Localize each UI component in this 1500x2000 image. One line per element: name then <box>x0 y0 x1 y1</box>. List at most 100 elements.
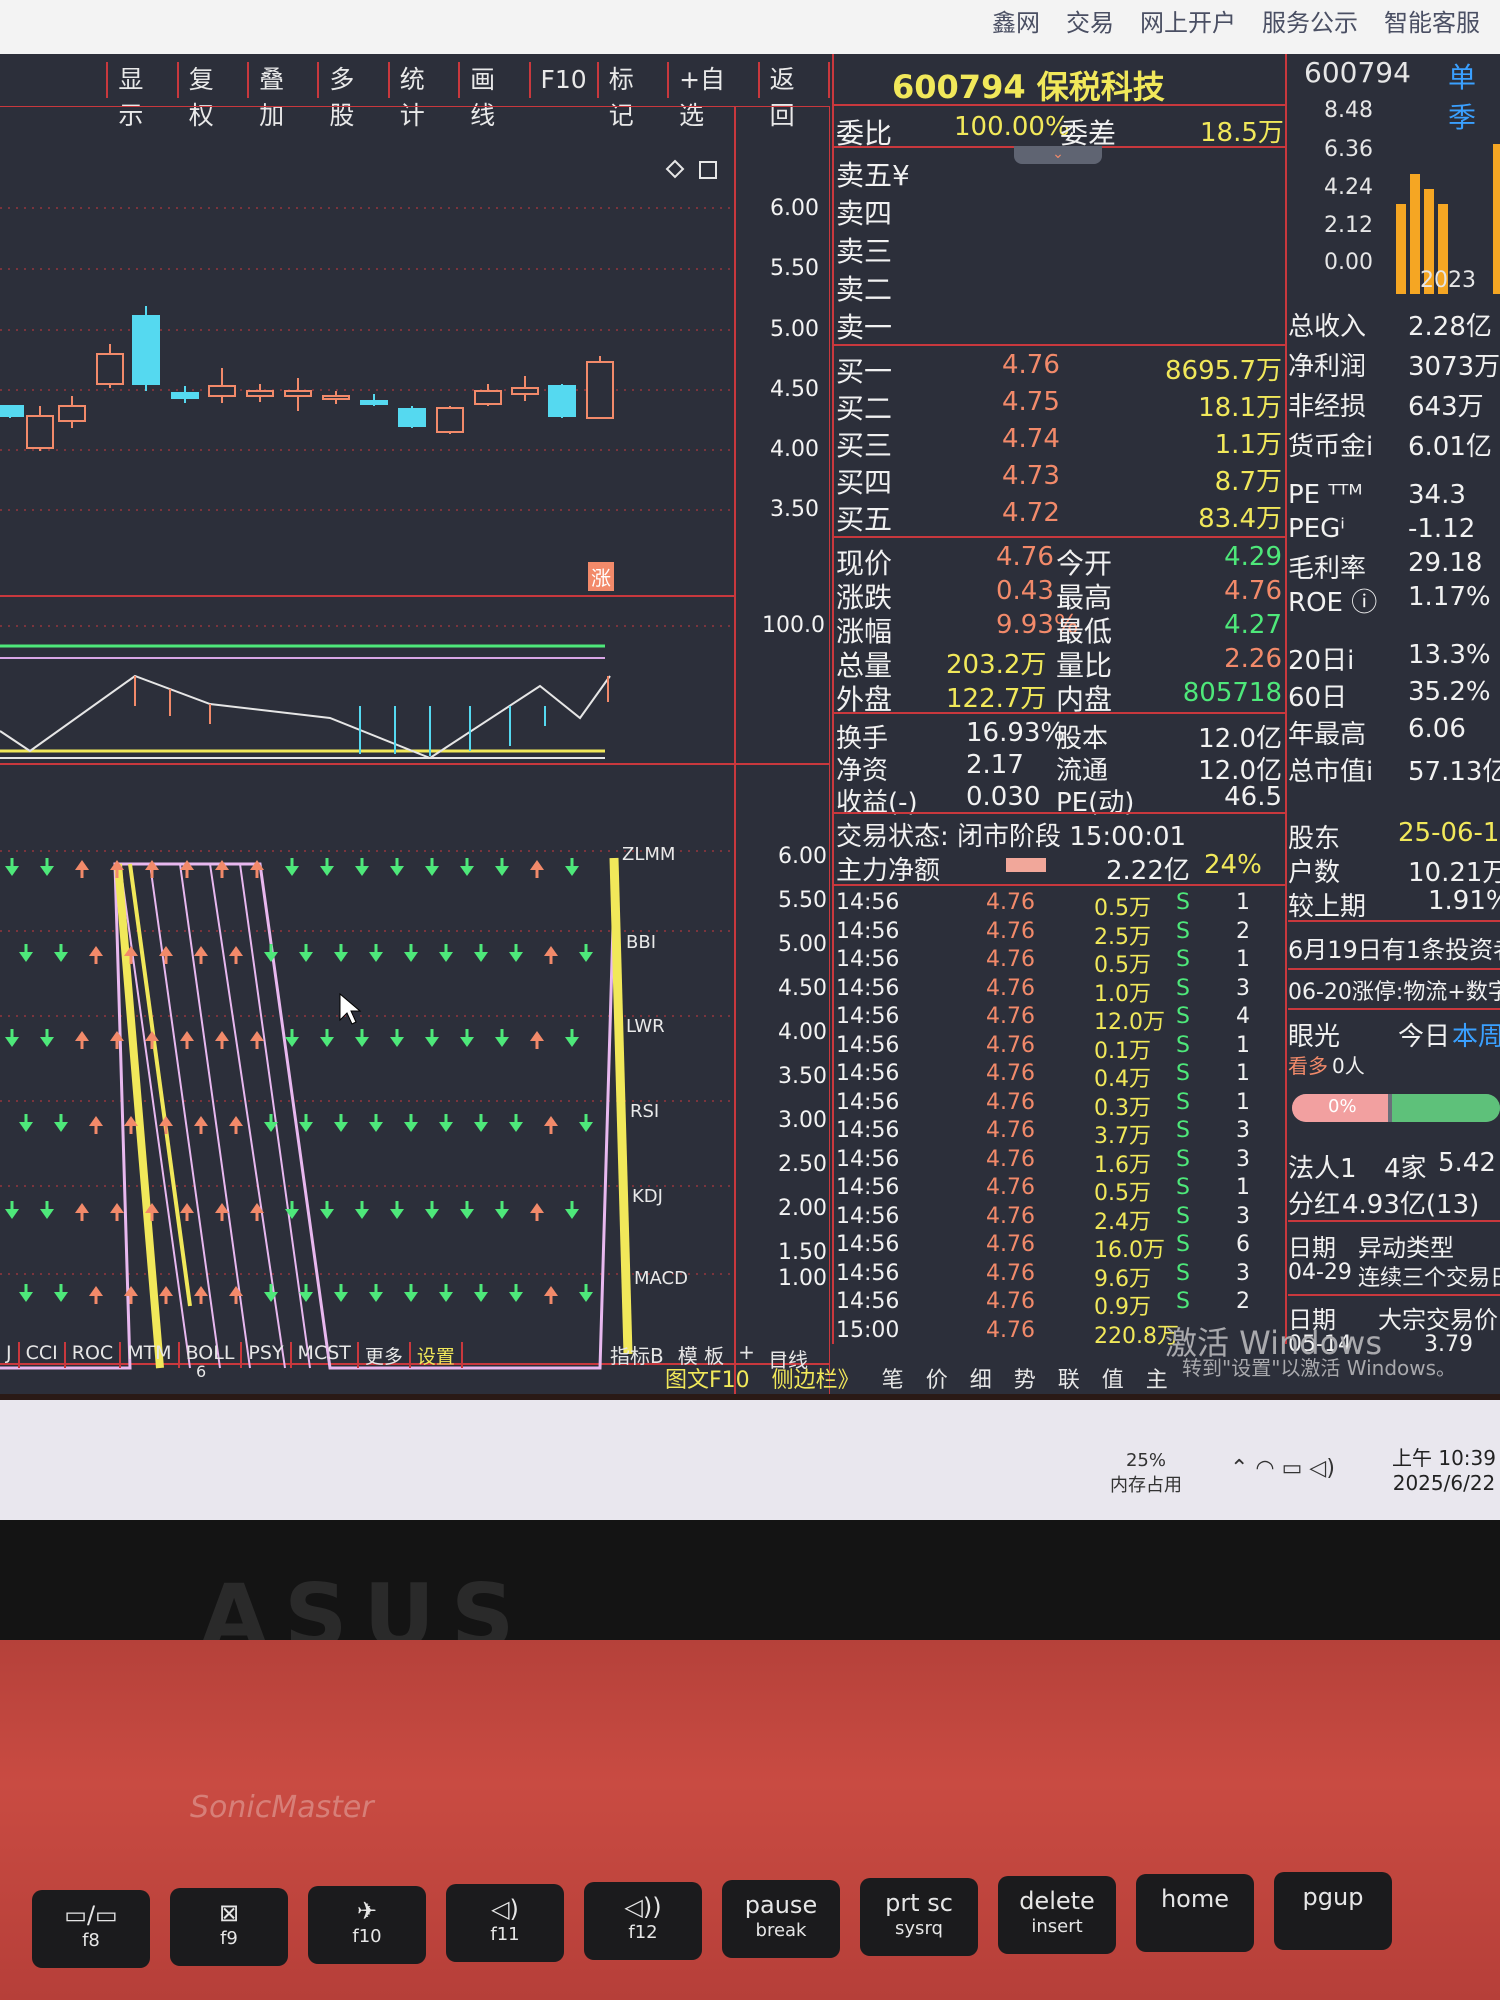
main-net-bar <box>1006 858 1046 872</box>
down-arrow-icon <box>355 1029 369 1047</box>
tab-roc[interactable]: ROC <box>66 1342 122 1368</box>
diamond-icon[interactable] <box>665 159 685 179</box>
window-icon[interactable] <box>699 161 717 179</box>
tick-row: 14:56 4.76 9.6万 S 3 <box>836 1260 1286 1292</box>
finance-value: 6.06 <box>1408 714 1466 744</box>
down-arrow-icon <box>5 1029 19 1047</box>
finance-value: 1.17% <box>1408 582 1491 612</box>
toolbar-stats[interactable]: 统计 <box>390 62 461 130</box>
link-service[interactable]: 服务公示 <box>1262 3 1358 38</box>
link-smart-support[interactable]: 智能客服 <box>1384 3 1480 38</box>
toolbar-display[interactable]: 显示 <box>106 62 179 130</box>
toolbar-f10[interactable]: F10 <box>531 62 599 98</box>
keyboard-key[interactable]: delete insert <box>998 1876 1116 1954</box>
earnings-bar <box>1493 144 1500 294</box>
zl-axis-5.50: 5.50 <box>778 888 827 913</box>
toolbar-multi[interactable]: 多股 <box>319 62 390 130</box>
tray-icons[interactable]: ⌃ ◠ ▭ ◁) <box>1230 1456 1335 1481</box>
tick-count: 3 <box>1236 1146 1250 1172</box>
tab-boll[interactable]: BOLL <box>180 1342 243 1368</box>
toolbar-mark[interactable]: 标记 <box>599 62 670 130</box>
keyboard-key[interactable]: ◁) f11 <box>446 1884 564 1962</box>
sell-4: 卖四 <box>836 197 893 230</box>
clock[interactable]: 上午 10:39 2025/6/22 <box>1392 1442 1496 1495</box>
tab-more[interactable]: 更多 <box>359 1342 411 1368</box>
tab-psy[interactable]: PSY <box>242 1342 292 1368</box>
tick-time: 14:56 <box>836 1089 900 1115</box>
keyboard-key[interactable]: pause break <box>722 1880 840 1958</box>
tick-volume: 3.7万 <box>1094 1124 1151 1149</box>
indicator-b-button[interactable]: 指标B <box>610 1340 664 1369</box>
tick-count: 6 <box>1236 1232 1250 1257</box>
up-arrow-icon <box>89 1286 103 1304</box>
tick-side: S <box>1176 1118 1190 1143</box>
keyboard-key[interactable]: ✈ f10 <box>308 1886 426 1964</box>
candle <box>284 378 312 411</box>
stat-value: 0.43 <box>996 576 1054 606</box>
tick-price: 4.76 <box>986 918 1035 944</box>
buy-row: 买三 4.74 1.1万 <box>836 424 1286 462</box>
tick-price: 4.76 <box>986 1032 1035 1058</box>
tick-volume: 0.1万 <box>1094 1038 1151 1064</box>
buy-label: 买二 <box>836 392 893 425</box>
keyboard-key[interactable]: ⊠ f9 <box>170 1888 288 1966</box>
tab-mcst[interactable]: MCST <box>292 1342 359 1368</box>
sentiment-bear <box>1392 1094 1500 1122</box>
toolbar-overlay[interactable]: 叠加 <box>249 62 320 130</box>
keyboard-key[interactable]: ◁)) f12 <box>584 1882 702 1960</box>
key-label: ◁) <box>491 1895 519 1923</box>
tick-side: S <box>1176 1260 1190 1286</box>
candle <box>548 384 576 418</box>
down-arrow-icon <box>5 1201 19 1219</box>
key-sub-label: sysrq <box>895 1918 943 1939</box>
finance-label: PEGⁱ <box>1288 514 1345 544</box>
tick-price: 4.76 <box>986 1260 1035 1286</box>
keyboard-key[interactable]: ▭/▭ f8 <box>32 1890 150 1968</box>
down-arrow-icon <box>334 1114 348 1132</box>
tick-time: 14:56 <box>836 1032 900 1058</box>
toolbar-draw[interactable]: 画线 <box>460 62 531 130</box>
tick-volume: 9.6万 <box>1094 1266 1151 1292</box>
kline-svg[interactable] <box>0 105 831 1394</box>
indicator-curve <box>0 674 611 760</box>
toolbar-back[interactable]: 返回 <box>760 62 831 130</box>
down-arrow-icon <box>579 1114 593 1132</box>
link-open-account[interactable]: 网上开户 <box>1140 3 1236 38</box>
toolbar-add-watch[interactable]: +自选 <box>669 62 760 130</box>
up-arrow-icon <box>159 1286 173 1304</box>
keyboard-key[interactable]: pgup <box>1274 1872 1392 1950</box>
toolbar-adjust[interactable]: 复权 <box>179 62 250 130</box>
up-arrow-icon <box>530 860 544 878</box>
tick-side: S <box>1176 1203 1190 1229</box>
finance-label: 毛利率 <box>1288 554 1367 584</box>
key-sub-label: insert <box>1031 1916 1083 1937</box>
down-arrow-icon <box>5 858 19 876</box>
tick-volume: 12.0万 <box>1094 1010 1165 1035</box>
tab-j[interactable]: J <box>0 1342 20 1368</box>
tick-row: 14:56 4.76 0.1万 S 1 <box>836 1032 1286 1064</box>
key-sub-label: f8 <box>82 1930 100 1951</box>
keyboard-key[interactable]: home <box>1136 1874 1254 1952</box>
finance-value: 2.28亿 <box>1408 312 1492 342</box>
up-arrow-icon <box>530 1203 544 1221</box>
zl-axis-2.50: 2.50 <box>778 1152 827 1177</box>
down-arrow-icon <box>390 1201 404 1219</box>
down-arrow-icon <box>439 1114 453 1132</box>
link-trade[interactable]: 交易 <box>1066 3 1114 38</box>
link-xinwang[interactable]: 鑫网 <box>992 3 1040 38</box>
keyboard-key[interactable]: prt sc sysrq <box>860 1878 978 1956</box>
candle <box>398 406 426 428</box>
tab-f10-text[interactable]: 图文F10 <box>665 1362 750 1394</box>
tab-cci[interactable]: CCI <box>20 1342 66 1368</box>
sell-2: 卖二 <box>836 273 893 306</box>
tick-price: 4.76 <box>986 1118 1035 1143</box>
stat2-value: 0.030 <box>966 782 1041 812</box>
tick-row: 14:56 4.76 16.0万 S 6 <box>836 1232 1286 1263</box>
tab-settings[interactable]: 设置 <box>411 1342 463 1368</box>
price-axis-5.50: 5.50 <box>770 256 819 281</box>
tick-count: 2 <box>1236 918 1250 944</box>
quote-panel: 600794 保税科技 委比 100.00% 委差 18.5万 ⌄ 卖五¥ 卖四… <box>832 54 1287 1394</box>
stat-row: 外盘 122.7万 内盘 805718 <box>836 678 1286 716</box>
down-arrow-icon <box>285 858 299 876</box>
tab-mtm[interactable]: MTM <box>121 1342 180 1368</box>
